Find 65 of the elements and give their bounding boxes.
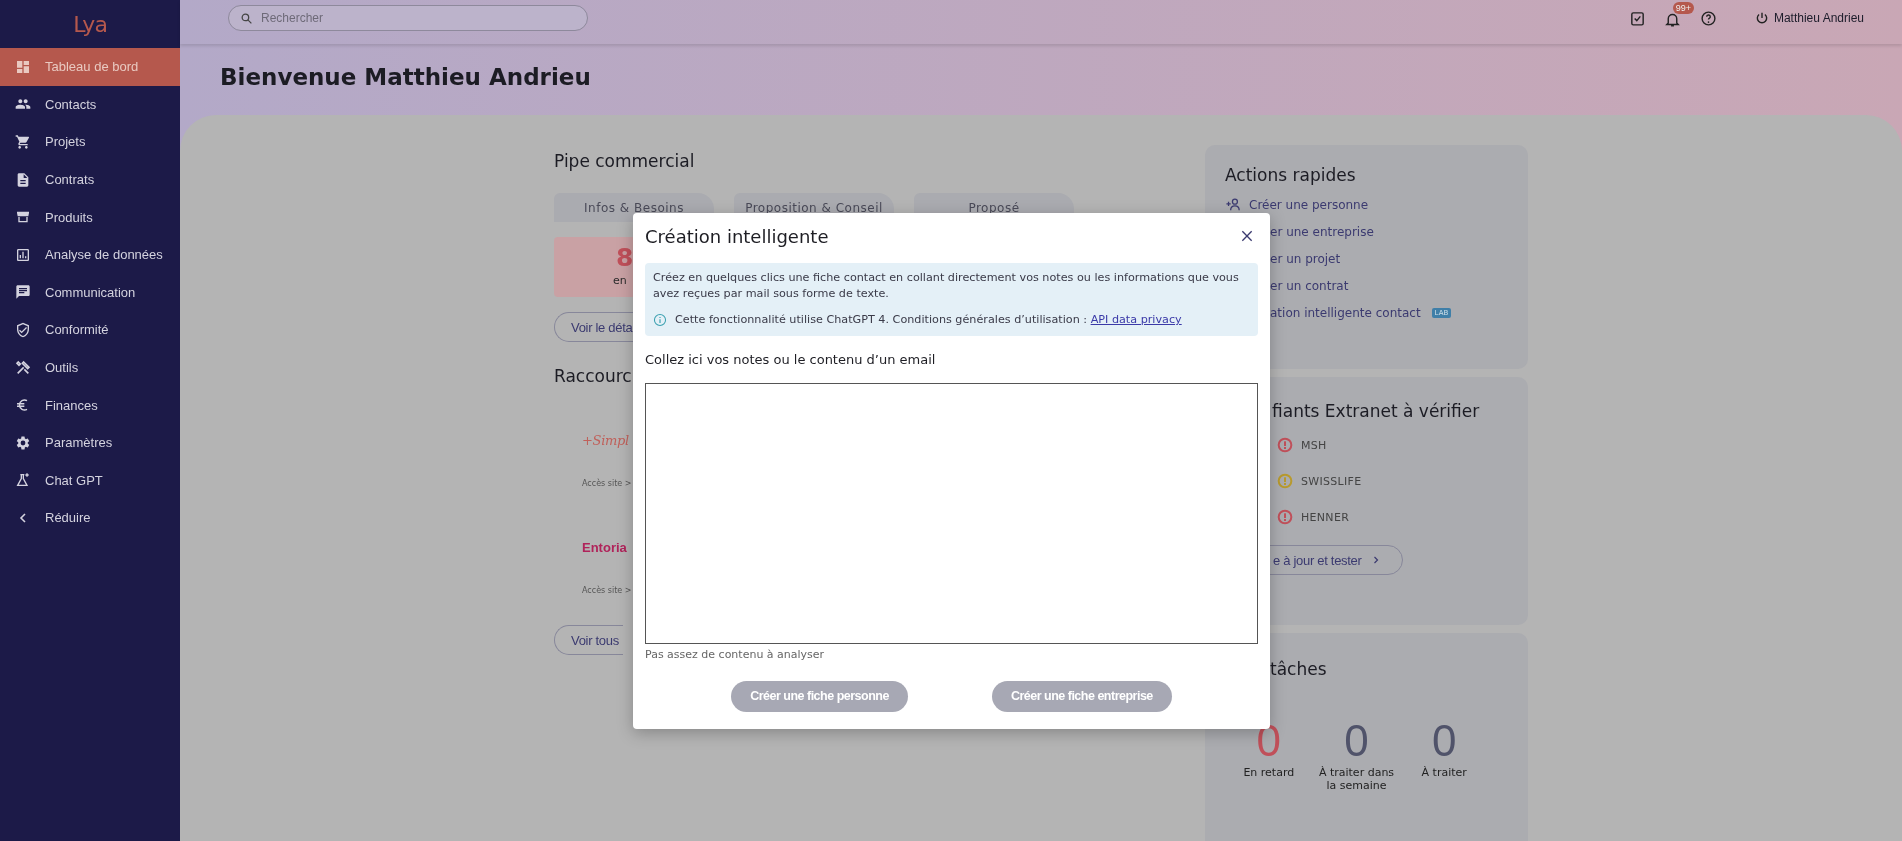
- quick-action-link[interactable]: Créer une personne: [1225, 196, 1369, 213]
- document-icon: [15, 171, 31, 188]
- user-menu[interactable]: Matthieu Andrieu: [1754, 11, 1864, 25]
- site-link[interactable]: Accès site >: [582, 479, 632, 488]
- insurer-name: MSH: [1301, 438, 1327, 452]
- sidebar-item[interactable]: Chat GPT: [0, 461, 180, 500]
- card-title: tâches: [1270, 659, 1328, 679]
- card-title: fiants Extranet à vérifier: [1272, 401, 1481, 421]
- dashboard-icon: [15, 58, 31, 75]
- close-icon: [1239, 228, 1255, 244]
- task-count: 0: [1431, 719, 1457, 763]
- notifications-button[interactable]: 99+: [1663, 2, 1694, 28]
- power-icon: [1754, 11, 1769, 25]
- quick-action-link[interactable]: er un projet: [1270, 251, 1341, 266]
- settings-icon: [15, 434, 31, 451]
- task-label: À traiter dans la semaine: [1317, 766, 1396, 792]
- privacy-link[interactable]: API data privacy: [1090, 313, 1182, 326]
- sidebar-item[interactable]: Outils: [0, 348, 180, 387]
- tools-icon: [15, 359, 31, 376]
- quick-action-link[interactable]: er une entreprise: [1270, 224, 1374, 239]
- pipeline-count: 8: [616, 243, 634, 272]
- search-field[interactable]: Rechercher: [228, 5, 588, 31]
- sidebar-item[interactable]: Contrats: [0, 160, 180, 199]
- notification-badge: 99+: [1672, 2, 1694, 14]
- cart-icon: [15, 134, 31, 150]
- sidebar-item[interactable]: Paramètres: [0, 423, 180, 462]
- person-add-icon: [1225, 196, 1242, 213]
- chart-icon: [15, 246, 31, 263]
- sidebar-item[interactable]: Produits: [0, 198, 180, 236]
- chat-bubble-icon: [15, 284, 31, 301]
- sidebar-item[interactable]: Finances: [0, 386, 180, 424]
- shield-check-icon: [15, 321, 31, 338]
- flask-icon: [15, 472, 31, 489]
- insurer-name: HENNER: [1301, 510, 1350, 524]
- logo: Lya: [73, 11, 107, 37]
- notes-field[interactable]: [645, 382, 1258, 644]
- task-label: À traiter: [1421, 766, 1467, 779]
- section-title: Pipe commercial: [554, 151, 695, 171]
- partner-logo[interactable]: Entoria: [582, 540, 627, 555]
- collapse-button[interactable]: Réduire: [0, 499, 180, 537]
- pipeline-caption: en: [613, 274, 627, 287]
- sidebar-item[interactable]: Contacts: [0, 85, 180, 124]
- help-icon[interactable]: [1699, 9, 1717, 27]
- bell-icon: [1663, 11, 1681, 28]
- hint-text: Pas assez de contenu à analyser: [645, 647, 826, 661]
- sidebar-item[interactable]: Conformité: [0, 311, 180, 349]
- section-title: Raccourc: [554, 366, 632, 386]
- info-icon: [653, 312, 667, 327]
- card-title: Actions rapides: [1225, 165, 1357, 185]
- sidebar-item[interactable]: Tableau de bord: [0, 48, 180, 86]
- notice-text: Cette fonctionnalité utilise ChatGPT 4. Conditions générales d’utilisation : API data privacy: [675, 312, 1182, 328]
- task-count: 0: [1344, 719, 1369, 763]
- sidebar-item[interactable]: Communication: [0, 273, 180, 312]
- quick-action-link[interactable]: er un contrat: [1270, 278, 1349, 293]
- site-link[interactable]: Accès site >: [582, 586, 632, 595]
- insurer-name: SWISSLIFE: [1301, 474, 1362, 488]
- sidebar-item[interactable]: Analyse de données: [0, 235, 180, 274]
- task-label: En retard: [1243, 766, 1295, 779]
- page-title: Bienvenue Matthieu Andrieu: [220, 64, 592, 90]
- dialog-title: Création intelligente: [645, 225, 829, 247]
- sidebar-item[interactable]: Projets: [0, 123, 180, 161]
- intro-text: Créez en quelques clics une fiche contact en collant directement vos notes ou les informations que vous avez reçues par mail sous forme de texte.: [653, 270, 1240, 301]
- search-icon: [240, 12, 253, 25]
- field-label: Collez ici vos notes ou le contenu d’un email: [645, 351, 937, 367]
- task-checkbox-icon[interactable]: [1628, 9, 1646, 27]
